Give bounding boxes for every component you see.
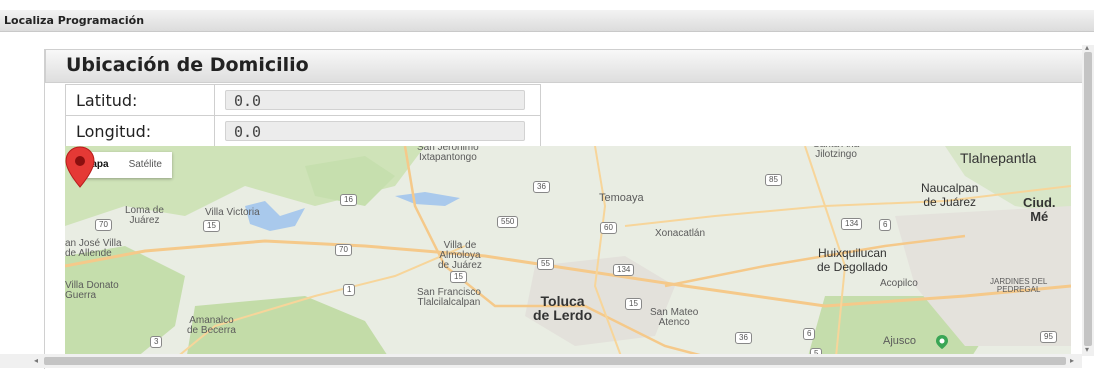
scroll-up-arrow-icon[interactable]: ▴	[1085, 44, 1089, 52]
location-panel: Ubicación de Domicilio Latitud: 0.0 Long…	[44, 49, 1083, 369]
park-pin-icon	[936, 335, 948, 349]
latitude-row: Latitud: 0.0	[65, 84, 541, 116]
place-label: Amanalco de Becerra	[187, 315, 236, 336]
road-shield: 3	[150, 336, 163, 348]
place-label: Tlalnepantla	[960, 150, 1037, 166]
road-shield: 134	[613, 264, 635, 276]
place-label: Huixquilucan de Degollado	[817, 246, 888, 274]
panel-header: Ubicación de Domicilio	[45, 49, 1083, 83]
latitude-field[interactable]: 0.0	[225, 90, 525, 110]
place-label: Loma de Juárez	[125, 205, 164, 226]
road-shield: 6	[879, 219, 892, 231]
road-shield: 36	[735, 332, 752, 344]
road-shield: 60	[600, 222, 617, 234]
content-area: Ubicación de Domicilio Latitud: 0.0 Long…	[0, 32, 1094, 369]
road-shield: 15	[625, 298, 642, 310]
place-label: Villa Victoria	[205, 207, 260, 218]
place-label: Ajusco	[883, 335, 917, 347]
longitude-label: Longitud:	[65, 115, 215, 147]
place-label: JARDINES DEL PEDREGAL	[990, 277, 1048, 294]
place-label: an José Villa de Allende	[65, 238, 122, 259]
place-label: Temoaya	[599, 192, 644, 204]
road-shield: 1	[343, 284, 356, 296]
road-shield: 85	[765, 174, 782, 186]
place-label: Santa Ana Jilotzingo	[813, 146, 859, 160]
road-shield: 16	[340, 194, 357, 206]
road-shield: 6	[803, 328, 816, 340]
road-shield: 95	[1040, 331, 1057, 343]
place-label: Acopilco	[880, 278, 918, 289]
road-shield: 55	[537, 258, 554, 270]
place-label: Toluca de Lerdo	[533, 293, 593, 323]
window-titlebar: Localiza Programación	[0, 10, 1094, 32]
scroll-right-arrow-icon[interactable]: ▸	[1070, 357, 1074, 365]
scroll-left-arrow-icon[interactable]: ◂	[34, 357, 38, 365]
place-label: San Jerónimo Ixtapantongo	[417, 146, 479, 163]
vertical-scrollbar-thumb[interactable]	[1084, 52, 1092, 346]
coordinates-table: Latitud: 0.0 Longitud: 0.0	[65, 84, 541, 147]
road-shield: 36	[533, 181, 550, 193]
panel-title: Ubicación de Domicilio	[66, 54, 309, 76]
place-label: Villa Donato Guerra	[65, 280, 119, 301]
road-shield: 550	[497, 216, 519, 228]
place-label: San Francisco Tlalcilalcalpan	[417, 287, 481, 308]
location-pin-icon[interactable]	[65, 146, 95, 188]
scroll-down-arrow-icon[interactable]: ▾	[1085, 346, 1089, 354]
place-label: Villa de Almoloya de Juárez	[438, 240, 482, 271]
latitude-label: Latitud:	[65, 84, 215, 116]
place-label: San Mateo Atenco	[650, 307, 699, 328]
map-type-satellite-button[interactable]: Satélite	[119, 152, 172, 178]
place-label: Ciud. Mé	[1023, 195, 1056, 224]
place-label: Naucalpan de Juárez	[921, 181, 979, 209]
horizontal-scrollbar-thumb[interactable]	[44, 357, 1066, 365]
window-title: Localiza Programación	[4, 14, 145, 27]
road-shield: 15	[450, 271, 467, 283]
longitude-row: Longitud: 0.0	[65, 115, 541, 147]
road-shield: 15	[203, 220, 220, 232]
road-shield: 70	[95, 219, 112, 231]
place-label: Xonacatlán	[655, 228, 706, 239]
map-view[interactable]: Mapa Satélite San Jerónimo Ixtapantongo …	[65, 146, 1071, 367]
road-shield: 70	[335, 244, 352, 256]
longitude-field[interactable]: 0.0	[225, 121, 525, 141]
road-shield: 134	[841, 218, 863, 230]
